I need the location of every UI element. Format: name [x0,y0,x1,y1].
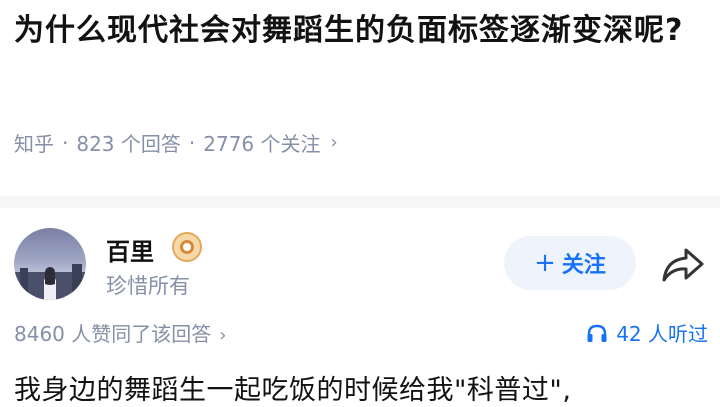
section-divider [0,196,720,208]
avatar-image [14,264,86,300]
headphones-icon [587,324,607,342]
author-headline: 珍惜所有 [106,274,190,298]
separator-dot: · [188,130,196,155]
answer-preview[interactable]: 我身边的舞蹈生一起吃饭的时候给我"科普过", [14,368,571,407]
author-name[interactable]: 百里 [106,232,154,267]
listen-button[interactable]: 42 人听过 [586,318,708,347]
share-icon[interactable] [660,244,706,284]
source-label: 知乎 [14,132,54,156]
chevron-right-icon: › [330,132,338,153]
upvote-summary[interactable]: 8460 人赞同了该回答 › [14,318,226,347]
question-meta[interactable]: 知乎 · 823 个回答 · 2776 个关注 › [14,128,338,157]
avatar[interactable] [14,228,86,300]
follow-label: 关注 [561,253,606,278]
answer-count: 823 个回答 [76,132,181,156]
follow-button[interactable]: + 关注 [504,236,636,290]
chevron-right-icon: › [219,325,227,346]
upvote-count: 8460 人赞同了该回答 [14,322,212,346]
author-card: 百里 珍惜所有 + 关注 [14,228,714,304]
listener-count: 42 人听过 [616,322,708,346]
answer-stats: 8460 人赞同了该回答 › 42 人听过 [14,318,714,352]
separator-dot: · [62,130,69,155]
follower-count: 2776 个关注 [203,132,321,156]
question-header: 为什么现代社会对舞蹈生的负面标签逐渐变深呢? [14,6,714,56]
plus-icon: + [534,248,556,278]
medal-icon [172,232,202,262]
question-title[interactable]: 为什么现代社会对舞蹈生的负面标签逐渐变深呢? [14,6,714,56]
